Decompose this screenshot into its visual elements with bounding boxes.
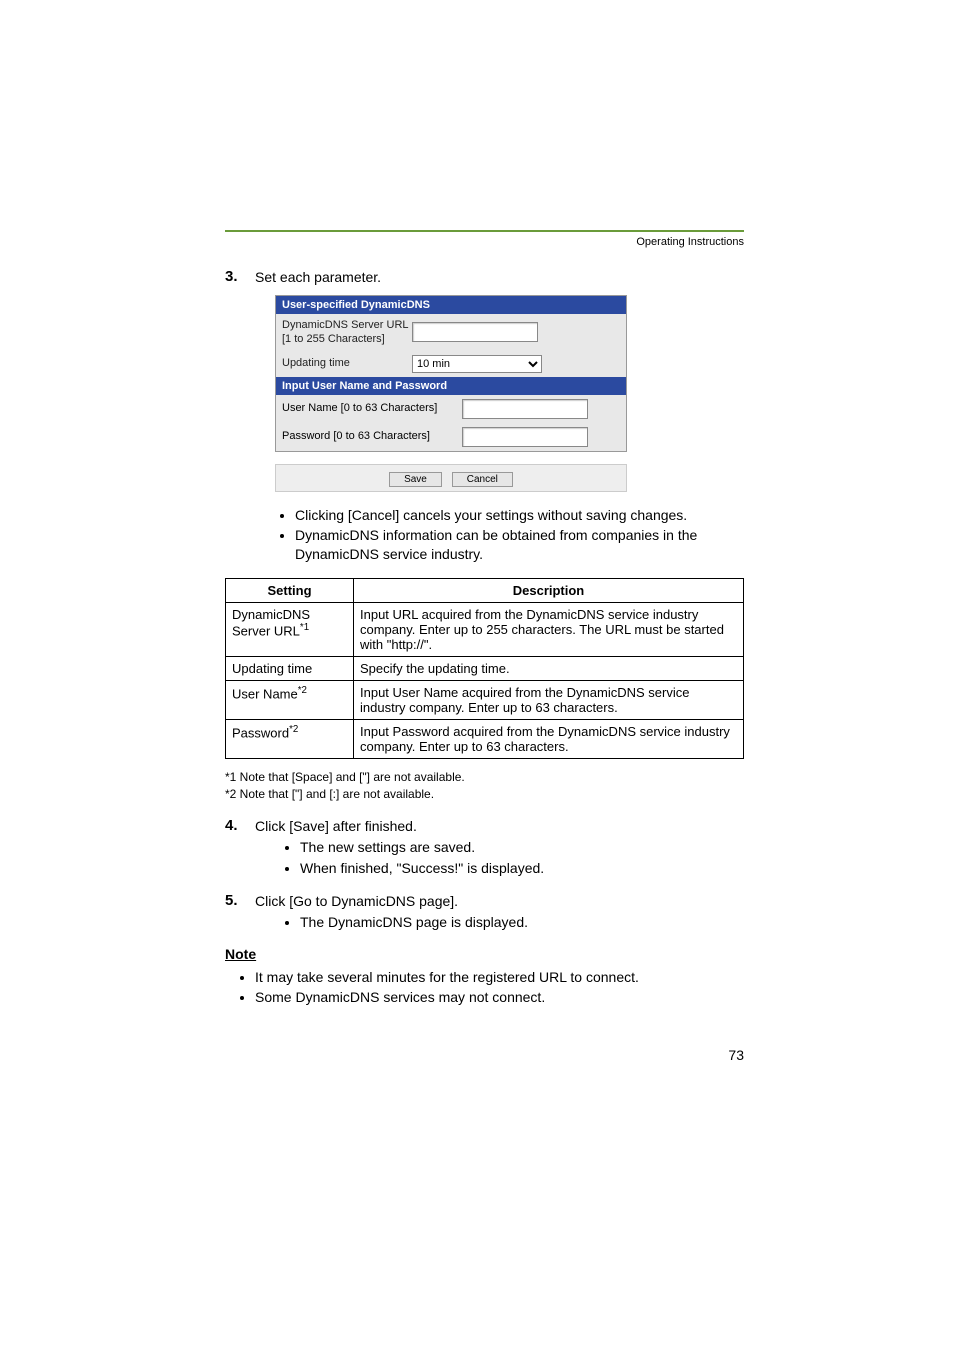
note-heading: Note	[225, 946, 744, 962]
cell-sup-1: *1	[300, 622, 309, 633]
step-4-sub-1: The new settings are saved.	[300, 838, 744, 857]
cell-sup-2: *2	[298, 685, 307, 696]
server-url-input[interactable]	[412, 322, 538, 342]
cell-desc-serverurl: Input URL acquired from the DynamicDNS s…	[354, 603, 744, 657]
note-bullet-2: Some DynamicDNS services may not connect…	[255, 988, 744, 1007]
info-bullet-cancel: Clicking [Cancel] cancels your settings …	[295, 506, 744, 525]
panel-header-credentials: Input User Name and Password	[276, 377, 626, 395]
form-buttons-bar: Save Cancel	[275, 464, 627, 492]
password-label: Password [0 to 63 Characters]	[282, 429, 462, 443]
step-5-number: 5.	[225, 892, 255, 936]
cell-setting-password: Password	[232, 726, 289, 741]
cell-desc-password: Input Password acquired from the Dynamic…	[354, 720, 744, 759]
username-input[interactable]	[462, 399, 588, 419]
settings-description-table: Setting Description DynamicDNS Server UR…	[225, 578, 744, 759]
username-label: User Name [0 to 63 Characters]	[282, 401, 462, 415]
cell-desc-username: Input User Name acquired from the Dynami…	[354, 681, 744, 720]
save-button[interactable]: Save	[389, 472, 442, 487]
table-row: User Name*2 Input User Name acquired fro…	[226, 681, 744, 720]
panel-header-user-specified: User-specified DynamicDNS	[276, 296, 626, 314]
cell-setting-serverurl: DynamicDNS Server URL	[232, 607, 310, 638]
footnote-1: *1 Note that [Space] and ["] are not ava…	[225, 769, 744, 786]
header-divider	[225, 230, 744, 232]
page-number: 73	[225, 1047, 744, 1063]
step-3-text: Set each parameter.	[255, 268, 744, 285]
step-5-sub-1: The DynamicDNS page is displayed.	[300, 913, 744, 932]
note-bullet-1: It may take several minutes for the regi…	[255, 968, 744, 987]
dynamicdns-form-panel: User-specified DynamicDNS DynamicDNS Ser…	[275, 295, 627, 452]
cell-desc-updating: Specify the updating time.	[354, 657, 744, 681]
info-bullet-obtain: DynamicDNS information can be obtained f…	[295, 526, 744, 564]
step-4-sub-2: When finished, "Success!" is displayed.	[300, 859, 744, 878]
step-4-number: 4.	[225, 817, 255, 882]
table-row: DynamicDNS Server URL*1 Input URL acquir…	[226, 603, 744, 657]
table-header-setting: Setting	[226, 579, 354, 603]
header-operating-instructions: Operating Instructions	[225, 236, 744, 248]
cell-setting-updating: Updating time	[226, 657, 354, 681]
step-3-number: 3.	[225, 268, 255, 285]
table-row: Password*2 Input Password acquired from …	[226, 720, 744, 759]
updating-time-select[interactable]: 10 min	[412, 355, 542, 373]
footnote-2: *2 Note that ["] and [:] are not availab…	[225, 786, 744, 803]
server-url-label: DynamicDNS Server URL [1 to 255 Characte…	[282, 318, 412, 347]
updating-time-label: Updating time	[282, 356, 412, 370]
password-input[interactable]	[462, 427, 588, 447]
cell-setting-username: User Name	[232, 687, 298, 702]
cancel-button[interactable]: Cancel	[452, 472, 513, 487]
table-header-description: Description	[354, 579, 744, 603]
cell-sup-3: *2	[289, 724, 298, 735]
table-row: Updating time Specify the updating time.	[226, 657, 744, 681]
step-5-text: Click [Go to DynamicDNS page].	[255, 893, 458, 909]
step-4-text: Click [Save] after finished.	[255, 818, 417, 834]
